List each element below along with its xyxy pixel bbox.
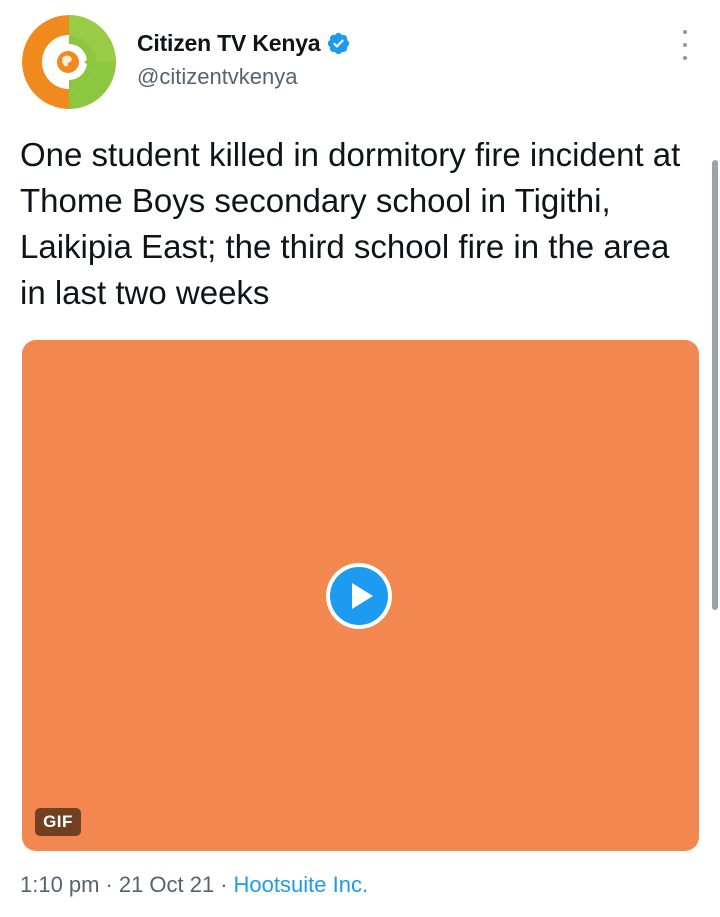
display-name[interactable]: Citizen TV Kenya — [137, 30, 321, 57]
tweet-time[interactable]: 1:10 pm — [20, 872, 100, 897]
avatar[interactable] — [22, 15, 116, 109]
citizen-tv-logo-icon — [22, 15, 116, 109]
tweet-meta: 1:10 pm · 21 Oct 21 · Hootsuite Inc. — [20, 872, 368, 898]
user-handle[interactable]: @citizentvkenya — [137, 64, 351, 90]
tweet-text: One student killed in dormitory fire inc… — [20, 136, 681, 311]
scrollbar[interactable] — [712, 160, 718, 610]
meta-separator: · — [105, 872, 113, 897]
tweet-header: Citizen TV Kenya @citizentvkenya — [137, 26, 351, 90]
play-icon[interactable] — [325, 562, 393, 630]
gif-badge: GIF — [35, 808, 81, 836]
verified-badge-icon — [328, 32, 350, 54]
meta-separator: · — [220, 872, 228, 897]
more-options-icon[interactable] — [676, 30, 694, 60]
tweet-date[interactable]: 21 Oct 21 — [119, 872, 214, 897]
name-row: Citizen TV Kenya — [137, 26, 351, 60]
tweet: Citizen TV Kenya @citizentvkenya One stu… — [0, 0, 720, 917]
tweet-source-link[interactable]: Hootsuite Inc. — [234, 872, 369, 897]
